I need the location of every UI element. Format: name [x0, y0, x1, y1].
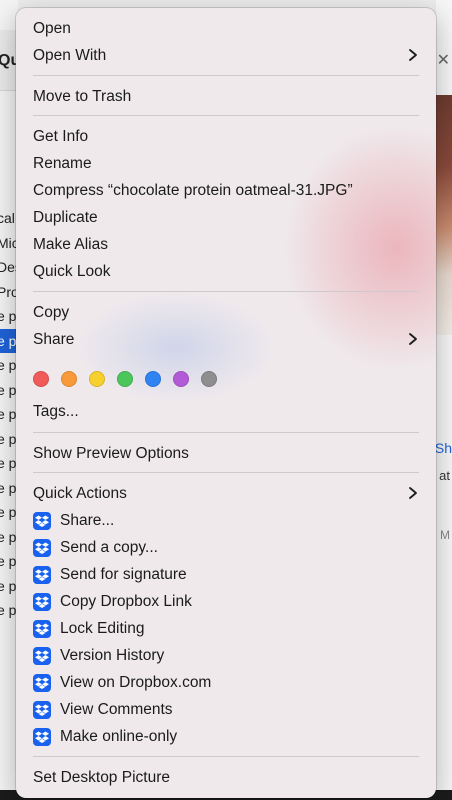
menu-item-dropbox-copy-dropbox-link[interactable]: Copy Dropbox Link — [16, 588, 436, 615]
tag-blue-dot[interactable] — [145, 371, 161, 387]
dropbox-icon — [33, 646, 51, 665]
tag-green-dot[interactable] — [117, 371, 133, 387]
menu-item-dropbox-lock-editing[interactable]: Lock Editing — [16, 615, 436, 642]
menu-item-label: Share... — [60, 511, 115, 529]
menu-item-open[interactable]: Open — [16, 15, 436, 42]
menu-separator — [33, 756, 419, 757]
menu-separator — [33, 75, 419, 76]
background-row-label: e p — [0, 308, 17, 324]
dropbox-icon — [33, 592, 51, 611]
menu-item-label: Compress “chocolate protein oatmeal-31.J… — [33, 181, 353, 199]
menu-item-quick-look[interactable]: Quick Look — [16, 258, 436, 285]
menu-separator — [33, 291, 419, 292]
context-menu: Open Open With Move to Trash Get Info Re… — [16, 8, 436, 798]
menu-item-dropbox-share[interactable]: Share... — [16, 507, 436, 534]
background-row-label: e p — [0, 577, 17, 594]
menu-item-tags[interactable]: Tags... — [16, 398, 436, 425]
chevron-right-icon — [409, 49, 417, 61]
menu-item-get-info[interactable]: Get Info — [16, 123, 436, 150]
background-row-label: e p — [0, 553, 17, 569]
background-row-label: e p — [0, 406, 17, 422]
menu-item-copy[interactable]: Copy — [16, 299, 436, 326]
background-row-label: e p — [0, 381, 17, 398]
background-m-fragment: M — [440, 528, 450, 542]
menu-item-label: Make Alias — [33, 235, 108, 253]
background-link-fragment[interactable]: Sh — [435, 440, 452, 456]
tag-orange-dot[interactable] — [61, 371, 77, 387]
menu-item-set-desktop-picture[interactable]: Set Desktop Picture — [16, 764, 436, 791]
menu-item-label: Send for signature — [60, 565, 187, 583]
menu-item-rename[interactable]: Rename — [16, 150, 436, 177]
menu-item-duplicate[interactable]: Duplicate — [16, 204, 436, 231]
menu-item-label: Duplicate — [33, 208, 98, 226]
menu-item-show-preview-options[interactable]: Show Preview Options — [16, 440, 436, 467]
background-row-label: e p — [0, 455, 17, 471]
menu-item-label: Copy Dropbox Link — [60, 592, 192, 610]
menu-item-label: Set Desktop Picture — [33, 768, 170, 786]
dropbox-icon — [33, 565, 51, 584]
menu-item-dropbox-view-comments[interactable]: View Comments — [16, 696, 436, 723]
menu-item-label: View on Dropbox.com — [60, 673, 212, 691]
menu-item-label: Version History — [60, 646, 165, 664]
menu-item-move-to-trash[interactable]: Move to Trash — [16, 83, 436, 110]
menu-item-open-with[interactable]: Open With — [16, 42, 436, 69]
menu-item-label: Quick Actions — [33, 484, 127, 502]
menu-item-dropbox-send-a-copy[interactable]: Send a copy... — [16, 534, 436, 561]
background-row-label: e p — [0, 504, 17, 520]
tag-purple-dot[interactable] — [173, 371, 189, 387]
tag-gray-dot[interactable] — [201, 371, 217, 387]
background-row-label: e p — [0, 479, 17, 496]
menu-item-label: Quick Look — [33, 262, 111, 280]
menu-item-quick-actions[interactable]: Quick Actions — [16, 480, 436, 507]
background-row-label: cal — [0, 210, 15, 226]
background-row-label: e p — [0, 430, 17, 447]
dropbox-icon — [33, 727, 51, 746]
menu-separator — [33, 472, 419, 473]
menu-item-share[interactable]: Share — [16, 326, 436, 353]
menu-item-dropbox-view-on-dropbox[interactable]: View on Dropbox.com — [16, 669, 436, 696]
menu-item-label: Lock Editing — [60, 619, 145, 637]
close-icon[interactable]: ✕ — [437, 50, 450, 70]
menu-item-label: Show Preview Options — [33, 444, 189, 462]
menu-item-label: Get Info — [33, 127, 89, 145]
dropbox-icon — [33, 619, 51, 638]
menu-item-label: Move to Trash — [33, 87, 132, 105]
menu-item-dropbox-make-online-only[interactable]: Make online-only — [16, 723, 436, 750]
menu-item-label: Copy — [33, 303, 70, 321]
chevron-right-icon — [409, 487, 417, 499]
menu-item-label: Tags... — [33, 402, 79, 420]
menu-item-label: Open — [33, 19, 71, 37]
tag-color-picker — [33, 371, 217, 389]
menu-item-dropbox-send-for-signature[interactable]: Send for signature — [16, 561, 436, 588]
dropbox-icon — [33, 673, 51, 692]
menu-item-dropbox-version-history[interactable]: Version History — [16, 642, 436, 669]
menu-item-label: Make online-only — [60, 727, 178, 745]
menu-item-label: View Comments — [60, 700, 173, 718]
menu-item-label: Share — [33, 330, 75, 348]
background-row-label: e p — [0, 528, 17, 545]
menu-item-compress[interactable]: Compress “chocolate protein oatmeal-31.J… — [16, 177, 436, 204]
dropbox-icon — [33, 511, 51, 530]
background-row-label: e p — [0, 332, 17, 349]
menu-item-label: Rename — [33, 154, 92, 172]
background-preview-image — [436, 95, 452, 335]
background-row-label: e p — [0, 602, 17, 618]
tag-red-dot[interactable] — [33, 371, 49, 387]
tag-yellow-dot[interactable] — [89, 371, 105, 387]
background-row-label: e p — [0, 357, 17, 373]
menu-item-make-alias[interactable]: Make Alias — [16, 231, 436, 258]
menu-separator — [33, 115, 419, 116]
menu-item-label: Send a copy... — [60, 538, 158, 556]
dropbox-icon — [33, 700, 51, 719]
menu-item-label: Open With — [33, 46, 107, 64]
background-text-fragment: at — [439, 468, 450, 483]
chevron-right-icon — [409, 333, 417, 345]
dropbox-icon — [33, 538, 51, 557]
menu-separator — [33, 432, 419, 433]
